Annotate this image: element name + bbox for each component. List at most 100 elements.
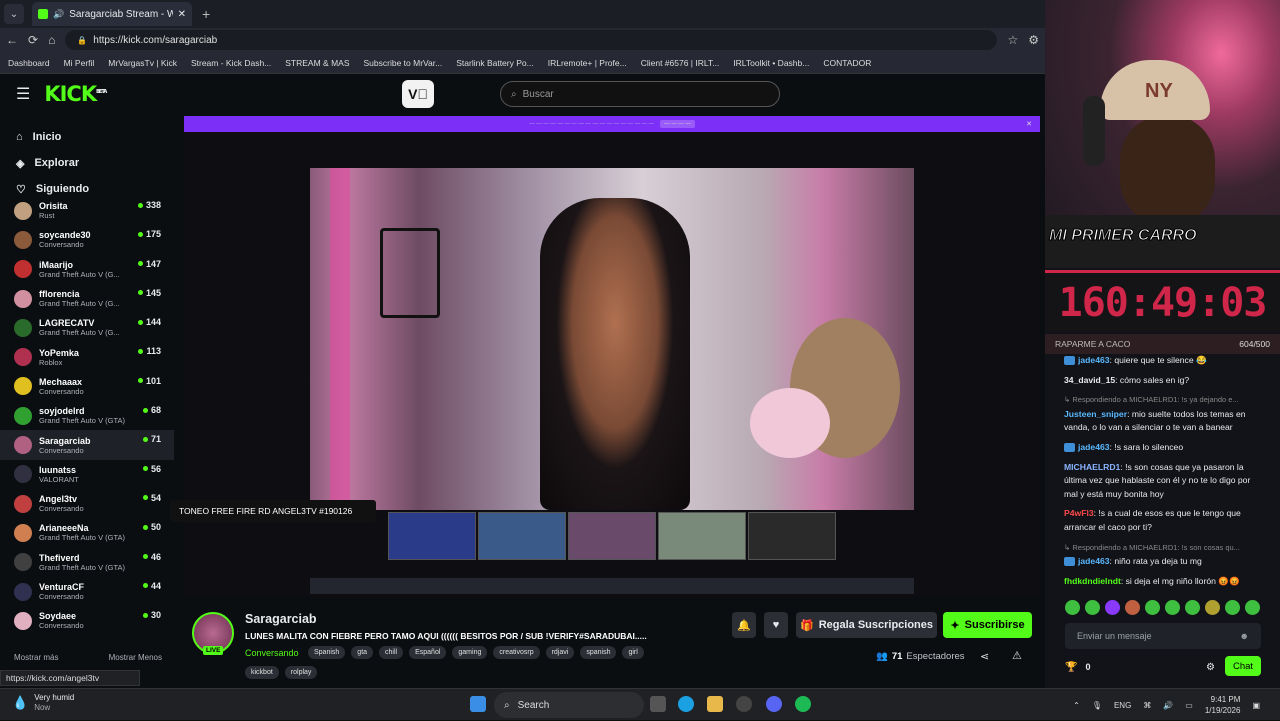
language-indicator[interactable]: ENG	[1114, 701, 1131, 710]
tag-pill[interactable]: gta	[351, 646, 374, 659]
tag-pill[interactable]: Español	[409, 646, 447, 659]
tag-pill[interactable]: rdjavi	[545, 646, 575, 659]
share-icon[interactable]: ⋖	[980, 650, 989, 663]
tab-list-button[interactable]: ⌄	[4, 4, 24, 24]
search-input[interactable]: ⌕ Buscar	[500, 81, 780, 107]
v-icon[interactable]: V⃞	[402, 80, 434, 108]
notification-icon[interactable]: ▣	[1252, 701, 1260, 710]
emote-icon[interactable]	[1085, 600, 1100, 615]
tag-pill[interactable]: creativosrp	[493, 646, 540, 659]
edge-icon[interactable]	[678, 696, 694, 712]
chat-message[interactable]: ↳ Respondiendo a MICHAELRD1: !s ya dejan…	[1064, 393, 1264, 435]
chat-message[interactable]: P4wFl3: !s a cual de esos es que le teng…	[1064, 507, 1264, 534]
sidebar-channel[interactable]: iMaarijo Grand Theft Auto V (G... 147	[0, 255, 174, 284]
menu-icon[interactable]: ☰	[16, 84, 30, 104]
sidebar-channel[interactable]: Soydaee Conversando 30	[0, 606, 174, 635]
sidebar-channel[interactable]: soycande30 Conversando 175	[0, 225, 174, 254]
bell-button[interactable]: 🔔	[732, 612, 756, 638]
chat-message[interactable]: jade463: quiere que te silence 😂	[1064, 354, 1264, 368]
thumbnail[interactable]	[658, 512, 746, 560]
bookmark-item[interactable]: IRLremote+ | Profe...	[548, 58, 627, 68]
chat-username[interactable]: jade463	[1078, 556, 1110, 566]
send-chat-button[interactable]: Chat	[1225, 656, 1261, 676]
thumbnail[interactable]	[748, 512, 836, 560]
chat-username[interactable]: P4wFl3	[1064, 508, 1094, 518]
settings-icon[interactable]: ⚙	[1206, 662, 1215, 673]
chat-username[interactable]: 34_david_15	[1064, 375, 1115, 385]
clock[interactable]: 9:41 PM 1/19/2026	[1205, 694, 1241, 716]
bookmark-item[interactable]: Subscribe to MrVar...	[364, 58, 443, 68]
chat-username[interactable]: fhdkdndieIndt	[1064, 576, 1121, 586]
banner-button[interactable]: — — — —	[660, 120, 695, 128]
sidebar-channel[interactable]: fflorencia Grand Theft Auto V (G... 145	[0, 284, 174, 313]
emote-icon[interactable]	[1065, 600, 1080, 615]
bookmark-item[interactable]: Starlink Battery Po...	[456, 58, 533, 68]
emote-icon[interactable]	[1105, 600, 1120, 615]
video-player[interactable]	[184, 132, 1040, 597]
tag-pill[interactable]: Spanish	[308, 646, 346, 659]
close-tab-icon[interactable]: ✕	[178, 9, 186, 20]
chat-input[interactable]: Enviar un mensaje ☻	[1065, 623, 1261, 649]
streamer-name[interactable]: Saragarciab	[245, 612, 317, 626]
emote-icon[interactable]	[1165, 600, 1180, 615]
tag-pill[interactable]: girl	[622, 646, 644, 659]
points-icon[interactable]: 🏆	[1065, 662, 1077, 673]
taskbar-search[interactable]: ⌕ Search	[494, 692, 644, 718]
weather-widget[interactable]: 💧 Very humid Now	[12, 693, 74, 713]
network-icon[interactable]: ⌘	[1143, 701, 1151, 710]
bookmark-item[interactable]: Mi Perfil	[64, 58, 95, 68]
follow-button[interactable]: ♥	[764, 612, 788, 638]
reload-icon[interactable]: ⟳	[28, 33, 38, 47]
bookmark-item[interactable]: Dashboard	[8, 58, 50, 68]
spotify-icon[interactable]	[795, 696, 811, 712]
emote-icon[interactable]	[1185, 600, 1200, 615]
sidebar-channel[interactable]: Orisita Rust 338	[0, 196, 174, 225]
chat-message[interactable]: ↳ Respondiendo a MICHAELRD1: !s son cosa…	[1064, 541, 1264, 569]
url-field[interactable]: 🔒 https://kick.com/saragarciab	[65, 30, 998, 50]
discord-icon[interactable]	[766, 696, 782, 712]
chat-message[interactable]: MICHAELRD1: !s son cosas que ya pasaron …	[1064, 461, 1264, 502]
sidebar-channel[interactable]: VenturaCF Conversando 44	[0, 577, 174, 606]
kick-logo[interactable]: KICKBETA	[44, 82, 107, 106]
emote-icon[interactable]	[1145, 600, 1160, 615]
new-tab-button[interactable]: +	[202, 6, 210, 22]
gift-subs-button[interactable]: 🎁 Regala Suscripciones	[796, 612, 937, 638]
chat-message[interactable]: 34_david_15: cómo sales en ig?	[1064, 374, 1264, 388]
nav-inicio[interactable]: ⌂ Inicio	[0, 124, 174, 150]
extensions-icon[interactable]: ⚙	[1028, 33, 1039, 47]
file-explorer-icon[interactable]	[707, 696, 723, 712]
sidebar-channel[interactable]: soyjodelrd Grand Theft Auto V (GTA) 68	[0, 401, 174, 430]
show-less-button[interactable]: Mostrar Menos	[109, 653, 162, 662]
sidebar-channel[interactable]: ArianeeeNa Grand Theft Auto V (GTA) 50	[0, 518, 174, 547]
banner-close-icon[interactable]: ✕	[1026, 120, 1032, 128]
bookmark-item[interactable]: CONTADOR	[823, 58, 871, 68]
chat-username[interactable]: Justeen_sniper	[1064, 409, 1127, 419]
tag-pill[interactable]: kickbot	[245, 666, 279, 679]
chat-message[interactable]: jade463: !s sara lo silenceo	[1064, 441, 1264, 455]
chat-message[interactable]: fhdkdndieIndt: si deja el mg niño llorón…	[1064, 575, 1264, 589]
bookmark-item[interactable]: MrVargasTv | Kick	[108, 58, 177, 68]
mic-icon[interactable]: 🎙	[1092, 701, 1102, 710]
home-icon[interactable]: ⌂	[48, 33, 55, 47]
star-icon[interactable]: ☆	[1007, 33, 1018, 47]
sidebar-channel[interactable]: Angel3tv Conversando 54	[0, 489, 174, 518]
tag-pill[interactable]: spanish	[580, 646, 617, 659]
chat-username[interactable]: MICHAELRD1	[1064, 462, 1120, 472]
thumbnail[interactable]	[478, 512, 566, 560]
sidebar-channel[interactable]: Thefiverd Grand Theft Auto V (GTA) 46	[0, 548, 174, 577]
start-icon[interactable]	[470, 696, 486, 712]
emote-icon[interactable]	[1205, 600, 1220, 615]
bookmark-item[interactable]: Client #6576 | IRLT...	[641, 58, 720, 68]
emote-icon[interactable]	[1125, 600, 1140, 615]
tag-pill[interactable]: rolplay	[284, 666, 318, 679]
chevron-up-icon[interactable]: ⌃	[1073, 701, 1080, 710]
sidebar-channel[interactable]: LAGRECATV Grand Theft Auto V (G... 144	[0, 313, 174, 342]
subscribe-button[interactable]: ✦ Suscribirse	[943, 612, 1032, 638]
bookmark-item[interactable]: STREAM & MAS	[285, 58, 349, 68]
browser-tab[interactable]: 🔊 Saragarciab Stream - Watch L ✕	[32, 2, 192, 26]
sidebar-channel[interactable]: YoPemka Roblox 113	[0, 342, 174, 371]
bookmark-item[interactable]: Stream - Kick Dash...	[191, 58, 271, 68]
task-view-icon[interactable]	[650, 696, 666, 712]
back-icon[interactable]: ←	[6, 33, 18, 47]
emote-icon[interactable]	[1245, 600, 1260, 615]
